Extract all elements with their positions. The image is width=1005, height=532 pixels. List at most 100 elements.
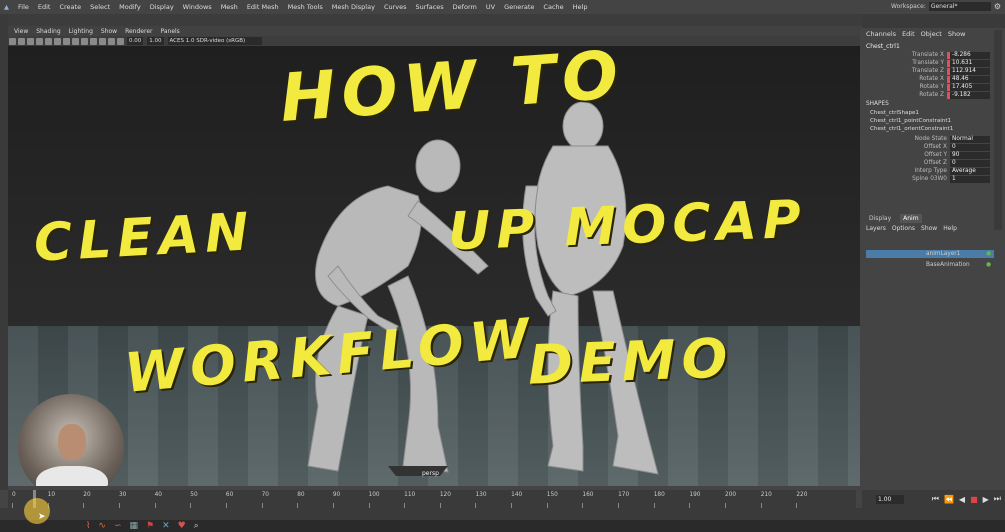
timeline-tick-label: 40	[154, 492, 162, 498]
layer-editor-tabs: Display Anim	[866, 214, 922, 223]
time-slider[interactable]: 0 10 20 30 40 50 60 70 80 90 100 110 120 130 140 150 160…	[8, 490, 856, 508]
object-menu[interactable]: Object	[921, 30, 942, 38]
shape-item[interactable]: Chest_ctrl1_pointConstraint1	[870, 118, 951, 124]
timeline-tick-label: 70	[261, 492, 269, 498]
heart-icon[interactable]: ♥	[178, 521, 186, 531]
curve-tool-icon[interactable]: ∿	[98, 521, 106, 531]
shapes-section-title: SHAPES	[866, 101, 889, 107]
shape-item[interactable]: Chest_ctrlShape1	[870, 110, 919, 116]
attr-offset-z[interactable]: Offset Z 0	[862, 159, 990, 167]
mannequin-standing	[522, 101, 659, 475]
timeline-tick-label: 80	[297, 492, 305, 498]
channel-box-panel: Channels Edit Object Show Chest_ctrl1 Tr…	[862, 14, 1005, 490]
layer-editor-menu: Layers Options Show Help	[866, 225, 957, 232]
timeline-tick-label: 130	[475, 492, 487, 498]
menu-item-select[interactable]: Select	[90, 3, 110, 11]
attr-translate-x[interactable]: Translate X -8.286	[862, 51, 990, 59]
menu-item-deform[interactable]: Deform	[453, 3, 477, 11]
attr-offset-y[interactable]: Offset Y 90	[862, 151, 990, 159]
overlay-up-mocap: UP MOCAP	[447, 189, 808, 263]
menu-item-mesh[interactable]: Mesh	[221, 3, 238, 11]
timeline-tick-label: 50	[190, 492, 198, 498]
attr-interp-type[interactable]: Interp Type Average	[862, 167, 990, 175]
show-menu[interactable]: Show	[948, 30, 966, 38]
timeline-tick-label: 10	[47, 492, 56, 498]
layer-row-animlayer1[interactable]: animLayer1 ●	[866, 250, 994, 258]
menu-item-uv[interactable]: UV	[486, 3, 495, 11]
maya-logo-icon[interactable]: ▲	[4, 3, 9, 11]
workspace-dropdown[interactable]: General*	[928, 2, 991, 11]
edit-menu[interactable]: Edit	[902, 30, 915, 38]
menu-item-display[interactable]: Display	[150, 3, 174, 11]
curve-tool-icon[interactable]: ⌇	[86, 521, 90, 531]
layers-menu[interactable]: Layers	[866, 225, 886, 232]
menu-item-help[interactable]: Help	[573, 3, 588, 11]
mouse-pointer-icon: ➤	[38, 512, 46, 522]
menu-item-modify[interactable]: Modify	[119, 3, 141, 11]
menu-item-curves[interactable]: Curves	[384, 3, 407, 11]
attr-translate-y[interactable]: Translate Y 10.631	[862, 59, 990, 67]
options-menu[interactable]: Options	[892, 225, 915, 232]
overlay-demo: DEMO	[526, 326, 735, 397]
attr-rotate-z[interactable]: Rotate Z -9.182	[862, 91, 990, 99]
search-icon[interactable]: ⌕	[194, 521, 199, 531]
workspace-selector: Workspace: General* ⚙	[891, 2, 1001, 11]
graph-editor-icon[interactable]: ▦	[130, 521, 139, 531]
key-icon[interactable]: ⚑	[146, 521, 154, 531]
timeline-tick-label: 150	[546, 492, 558, 498]
menu-item-mesh-tools[interactable]: Mesh Tools	[288, 3, 323, 11]
attr-spine-weight[interactable]: Spine 03W0 1	[862, 175, 990, 183]
camera-name-label: persp	[422, 470, 439, 477]
channels-menu[interactable]: Channels	[866, 30, 896, 38]
play-forward-icon[interactable]: ▶	[983, 495, 989, 504]
menu-item-cache[interactable]: Cache	[543, 3, 563, 11]
step-back-key-icon[interactable]: ⏪	[944, 495, 954, 504]
attr-node-state[interactable]: Node State Normal	[862, 135, 990, 143]
timeline-tick-label: 120	[439, 492, 451, 498]
cursor-highlight	[24, 498, 50, 524]
go-to-start-icon[interactable]: ⏮	[932, 494, 939, 504]
menu-item-windows[interactable]: Windows	[183, 3, 212, 11]
timeline-tick-label: 100	[368, 492, 380, 498]
timeline-tick-label: 160	[582, 492, 594, 498]
hip-marker	[388, 466, 448, 476]
channel-box-menu: Channels Edit Object Show	[866, 30, 965, 38]
attr-rotate-y[interactable]: Rotate Y 17.405	[862, 83, 990, 91]
menu-item-mesh-display[interactable]: Mesh Display	[332, 3, 375, 11]
timeline-tick-label: 60	[225, 492, 234, 498]
layer-row-baseanimation[interactable]: BaseAnimation ●	[866, 261, 994, 269]
layer-active-dot-icon: ●	[985, 251, 991, 257]
menu-item-surfaces[interactable]: Surfaces	[416, 3, 444, 11]
menu-item-edit-mesh[interactable]: Edit Mesh	[247, 3, 279, 11]
timeline-tick-label: 190	[689, 492, 701, 498]
stop-icon[interactable]: ■	[970, 495, 978, 504]
attribute-editor-scrollbar[interactable]	[994, 30, 1002, 230]
timeline-tick-label: 210	[760, 492, 772, 498]
tab-display[interactable]: Display	[866, 214, 894, 223]
menu-item-edit[interactable]: Edit	[38, 3, 51, 11]
presenter-face	[58, 424, 86, 460]
help-layer-menu[interactable]: Help	[943, 225, 957, 232]
shape-item[interactable]: Chest_ctrl1_orientConstraint1	[870, 126, 953, 132]
viewport-panel[interactable]: View Shading Lighting Show Renderer Pane…	[8, 26, 860, 486]
timeline-tick-label: 140	[511, 492, 523, 498]
selected-node-name: Chest_ctrl1	[866, 43, 900, 50]
attr-translate-z[interactable]: Translate Z 112.914	[862, 67, 990, 75]
curve-tool-icon[interactable]: ∽	[114, 521, 122, 531]
playback-controls: 1.00 ⏮ ⏪ ◀ ■ ▶ ⏭	[862, 490, 1005, 508]
panel-header	[862, 14, 1005, 28]
tab-anim[interactable]: Anim	[900, 214, 922, 223]
menu-item-generate[interactable]: Generate	[504, 3, 534, 11]
attr-offset-x[interactable]: Offset X 0	[862, 143, 990, 151]
current-frame-field[interactable]: 1.00	[876, 494, 904, 504]
show-layer-menu[interactable]: Show	[921, 225, 937, 232]
play-backward-icon[interactable]: ◀	[959, 495, 965, 504]
attr-rotate-x[interactable]: Rotate X 48.46	[862, 75, 990, 83]
go-to-end-icon[interactable]: ⏭	[994, 494, 1001, 504]
timeline-tick-label: 180	[653, 492, 665, 498]
timeline-tick-label: 110	[404, 492, 416, 498]
constraint-icon[interactable]: ✕	[162, 521, 170, 531]
menu-item-create[interactable]: Create	[59, 3, 81, 11]
gear-icon[interactable]: ⚙	[994, 2, 1001, 11]
menu-item-file[interactable]: File	[18, 3, 29, 11]
